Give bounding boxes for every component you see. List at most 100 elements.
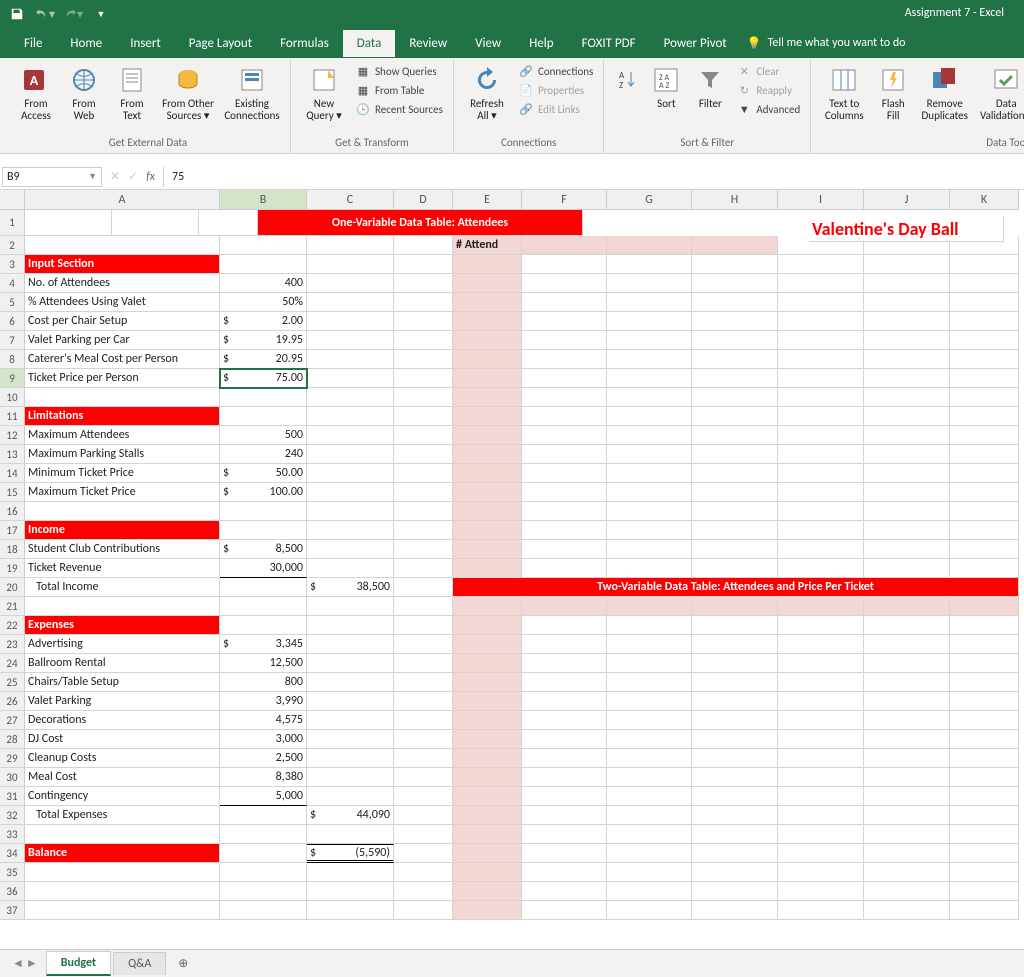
tell-me-search[interactable]: 💡 Tell me what you want to do [747, 36, 906, 51]
cell-K24[interactable] [950, 654, 1019, 673]
cell-E24[interactable] [453, 654, 522, 673]
cell-C5[interactable] [307, 293, 394, 312]
row-header-7[interactable]: 7 [0, 331, 25, 350]
cell-E3[interactable] [453, 255, 522, 274]
cell-G3[interactable] [607, 255, 692, 274]
row-header-14[interactable]: 14 [0, 464, 25, 483]
cell-G4[interactable] [607, 274, 692, 293]
active-cell[interactable]: $75.00 [220, 369, 307, 388]
cell-D21[interactable] [394, 597, 453, 616]
cell-C10[interactable] [307, 388, 394, 407]
row-header-17[interactable]: 17 [0, 521, 25, 540]
cell-H16[interactable] [692, 502, 778, 521]
tab-powerpivot[interactable]: Power Pivot [650, 30, 741, 57]
cell-K30[interactable] [950, 768, 1019, 787]
tab-foxit[interactable]: FOXIT PDF [568, 30, 650, 57]
cell-C8[interactable] [307, 350, 394, 369]
row-header-36[interactable]: 36 [0, 882, 25, 901]
cell-G18[interactable] [607, 540, 692, 559]
cell-B34[interactable] [220, 844, 307, 863]
cell-J6[interactable] [864, 312, 950, 331]
cell-E21[interactable] [453, 597, 522, 616]
cell-D29[interactable] [394, 749, 453, 768]
cell-G16[interactable] [607, 502, 692, 521]
cell-H11[interactable] [692, 407, 778, 426]
col-header-F[interactable]: F [522, 190, 607, 210]
cell-J5[interactable] [864, 293, 950, 312]
cell-G17[interactable] [607, 521, 692, 540]
cell-G32[interactable] [607, 806, 692, 825]
attend-label[interactable]: # Attend [453, 236, 522, 255]
cell-K14[interactable] [950, 464, 1019, 483]
cell-H28[interactable] [692, 730, 778, 749]
cell-B12[interactable]: 500 [220, 426, 307, 445]
cell-D27[interactable] [394, 711, 453, 730]
cell-F31[interactable] [522, 787, 607, 806]
cell-C23[interactable] [307, 635, 394, 654]
cell-C3[interactable] [307, 255, 394, 274]
cell-A6[interactable]: Cost per Chair Setup [25, 312, 220, 331]
cell-E29[interactable] [453, 749, 522, 768]
cell-H14[interactable] [692, 464, 778, 483]
cell-B6[interactable]: $2.00 [220, 312, 307, 331]
cell-F18[interactable] [522, 540, 607, 559]
cell-B24[interactable]: 12,500 [220, 654, 307, 673]
show-queries-button[interactable]: ▦Show Queries [353, 62, 445, 80]
cell-J9[interactable] [864, 369, 950, 388]
row-header-35[interactable]: 35 [0, 863, 25, 882]
cell-A20[interactable]: Total Income [25, 578, 220, 597]
col-header-D[interactable]: D [394, 190, 453, 210]
cell-F26[interactable] [522, 692, 607, 711]
cell-E6[interactable] [453, 312, 522, 331]
row-header-15[interactable]: 15 [0, 483, 25, 502]
cell-C25[interactable] [307, 673, 394, 692]
tab-prev-icon[interactable]: ◄ [12, 956, 24, 971]
cell-I31[interactable] [778, 787, 864, 806]
cell-K35[interactable] [950, 863, 1019, 882]
cell-E33[interactable] [453, 825, 522, 844]
cell-F14[interactable] [522, 464, 607, 483]
refresh-all-button[interactable]: Refresh All ▾ [462, 62, 512, 124]
cell-J16[interactable] [864, 502, 950, 521]
row-header-13[interactable]: 13 [0, 445, 25, 464]
cell-H23[interactable] [692, 635, 778, 654]
cell-D33[interactable] [394, 825, 453, 844]
row-header-32[interactable]: 32 [0, 806, 25, 825]
cell-E36[interactable] [453, 882, 522, 901]
cell-F36[interactable] [522, 882, 607, 901]
cell-E23[interactable] [453, 635, 522, 654]
cell-C31[interactable] [307, 787, 394, 806]
balance-header[interactable]: Balance [25, 844, 220, 863]
cell-K9[interactable] [950, 369, 1019, 388]
cell-F24[interactable] [522, 654, 607, 673]
cell-I8[interactable] [778, 350, 864, 369]
cell-D36[interactable] [394, 882, 453, 901]
cell-J7[interactable] [864, 331, 950, 350]
cell-I29[interactable] [778, 749, 864, 768]
cell-C9[interactable] [307, 369, 394, 388]
cell-H18[interactable] [692, 540, 778, 559]
cell-E35[interactable] [453, 863, 522, 882]
cell-G5[interactable] [607, 293, 692, 312]
tab-formulas[interactable]: Formulas [266, 30, 343, 57]
row-header-3[interactable]: 3 [0, 255, 25, 274]
row-header-21[interactable]: 21 [0, 597, 25, 616]
cell-J10[interactable] [864, 388, 950, 407]
cell-K5[interactable] [950, 293, 1019, 312]
cell-I14[interactable] [778, 464, 864, 483]
cell-J33[interactable] [864, 825, 950, 844]
cell-F5[interactable] [522, 293, 607, 312]
cell-A9[interactable]: Ticket Price per Person [25, 369, 220, 388]
cell-F12[interactable] [522, 426, 607, 445]
cell-K22[interactable] [950, 616, 1019, 635]
cell-J36[interactable] [864, 882, 950, 901]
cell-J26[interactable] [864, 692, 950, 711]
cell-F30[interactable] [522, 768, 607, 787]
cell-A31[interactable]: Contingency [25, 787, 220, 806]
cell-D25[interactable] [394, 673, 453, 692]
cell-D2[interactable] [394, 236, 453, 255]
cell-B5[interactable]: 50% [220, 293, 307, 312]
cell-A35[interactable] [25, 863, 220, 882]
cell-E7[interactable] [453, 331, 522, 350]
sheet-tab-qa[interactable]: Q&A [113, 952, 166, 975]
